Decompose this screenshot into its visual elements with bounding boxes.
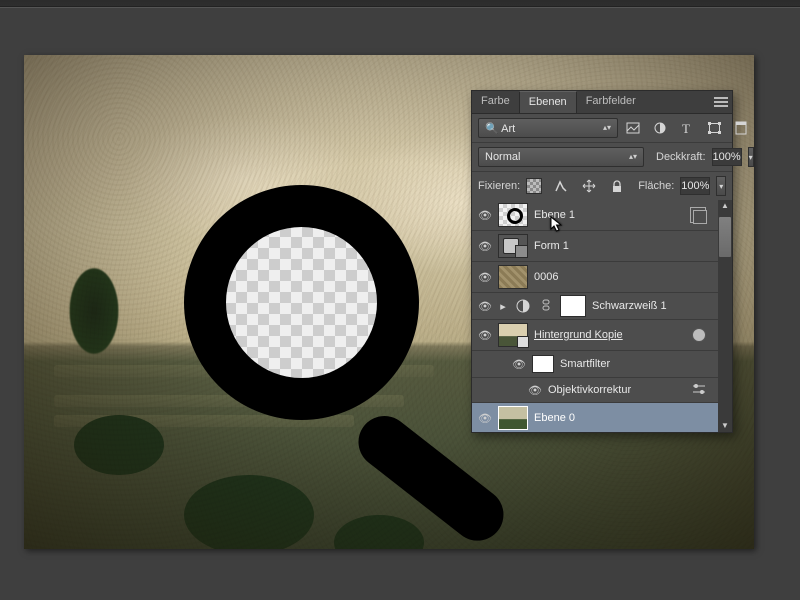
layer-filter-type-icons: T [624, 120, 750, 136]
expand-arrow-icon[interactable]: ▸ [498, 298, 508, 314]
scroll-up-arrow-icon[interactable]: ▲ [721, 200, 729, 212]
layer-row-adjustment[interactable]: 👁 ▸ Schwarzweiß 1 [472, 293, 732, 320]
layer-linked-icon[interactable] [690, 207, 706, 223]
tab-color[interactable]: Farbe [472, 91, 519, 113]
layer-filter-kind-select[interactable]: 🔍 Art ▴▾ [478, 118, 618, 138]
fill-value[interactable]: 100% [680, 177, 710, 195]
smart-object-badge-icon [517, 336, 529, 348]
layer-list: 👁 Ebene 1 👁 Form 1 👁 0006 [472, 200, 732, 432]
magnifier-shape-ring [184, 185, 419, 420]
layers-panel: Farbe Ebenen Farbfelder 🔍 Art ▴▾ T [471, 90, 733, 433]
visibility-toggle[interactable]: 👁 [478, 271, 492, 284]
layer-name[interactable]: Schwarzweiß 1 [592, 300, 667, 312]
layer-row-smartobject[interactable]: 👁 Hintergrund Kopie [472, 320, 732, 351]
smart-filter-fx-icon[interactable] [692, 328, 706, 342]
layer-name[interactable]: Ebene 0 [534, 412, 575, 424]
tab-layers[interactable]: Ebenen [519, 91, 577, 113]
layer-thumbnail[interactable] [498, 406, 528, 430]
lock-position-icon[interactable] [580, 178, 598, 194]
visibility-toggle[interactable]: 👁 [478, 209, 492, 222]
layer-thumbnail[interactable] [498, 203, 528, 227]
lock-image-icon[interactable] [552, 178, 570, 194]
layer-name[interactable]: 0006 [534, 271, 558, 283]
lock-transparency-icon[interactable] [526, 178, 542, 194]
filter-shape-icon[interactable] [705, 120, 723, 136]
blend-mode-select[interactable]: Normal▴▾ [478, 147, 644, 167]
visibility-toggle[interactable]: 👁 [478, 240, 492, 253]
smart-filter-label: Smartfilter [560, 358, 610, 370]
filter-type-icon[interactable]: T [678, 120, 696, 136]
svg-text:T: T [682, 122, 690, 134]
layer-mask-thumbnail[interactable] [560, 295, 586, 317]
options-bar-divider [0, 7, 800, 8]
layer-name[interactable]: Hintergrund Kopie [534, 329, 623, 341]
fill-label: Fläche: [638, 180, 674, 192]
layer-thumbnail[interactable] [498, 265, 528, 289]
visibility-toggle[interactable]: 👁 [528, 384, 542, 397]
lock-label: Fixieren: [478, 180, 520, 192]
smart-filter-item[interactable]: 👁 Objektivkorrektur [472, 378, 732, 403]
layer-thumbnail[interactable] [498, 234, 528, 258]
lock-all-icon[interactable] [608, 178, 626, 194]
filter-smartobject-icon[interactable] [732, 120, 750, 136]
layer-row[interactable]: 👁 Ebene 0 [472, 403, 732, 432]
scroll-down-arrow-icon[interactable]: ▼ [721, 420, 729, 432]
layer-list-scrollbar[interactable]: ▲ ▼ [718, 200, 732, 432]
layer-row[interactable]: 👁 Ebene 1 [472, 200, 732, 231]
scrollbar-thumb[interactable] [718, 216, 732, 258]
options-bar-divider-shadow [0, 6, 800, 7]
visibility-toggle[interactable]: 👁 [478, 412, 492, 425]
panel-tab-row: Farbe Ebenen Farbfelder [472, 91, 732, 114]
fill-dropdown[interactable]: ▾ [716, 176, 726, 196]
filter-pixel-icon[interactable] [624, 120, 642, 136]
layer-filter-row: 🔍 Art ▴▾ T [472, 114, 732, 143]
panel-menu-button[interactable] [714, 95, 728, 107]
adjustment-icon[interactable] [514, 298, 532, 314]
opacity-label: Deckkraft: [656, 151, 706, 163]
tab-swatches[interactable]: Farbfelder [577, 91, 645, 113]
layer-row[interactable]: 👁 0006 [472, 262, 732, 293]
opacity-value[interactable]: 100% [712, 148, 742, 166]
blend-opacity-row: Normal▴▾ Deckkraft: 100% ▾ [472, 143, 732, 172]
visibility-toggle[interactable]: 👁 [478, 300, 492, 313]
layer-name[interactable]: Ebene 1 [534, 209, 575, 221]
layer-thumbnail[interactable] [498, 323, 528, 347]
filter-adjustment-icon[interactable] [651, 120, 669, 136]
opacity-dropdown[interactable]: ▾ [748, 147, 754, 167]
filter-blending-options-icon[interactable] [692, 383, 706, 398]
smart-filter-mask-thumbnail[interactable] [532, 355, 554, 373]
smart-filter-row[interactable]: 👁 Smartfilter [472, 351, 732, 378]
layer-row[interactable]: 👁 Form 1 [472, 231, 732, 262]
layer-name[interactable]: Form 1 [534, 240, 569, 252]
mask-link-icon[interactable] [538, 298, 554, 315]
visibility-toggle[interactable]: 👁 [512, 358, 526, 371]
smart-filter-name[interactable]: Objektivkorrektur [548, 384, 631, 396]
visibility-toggle[interactable]: 👁 [478, 329, 492, 342]
lock-fill-row: Fixieren: Fläche: 100% ▾ [472, 172, 732, 200]
workspace: Farbe Ebenen Farbfelder 🔍 Art ▴▾ T [0, 0, 800, 600]
